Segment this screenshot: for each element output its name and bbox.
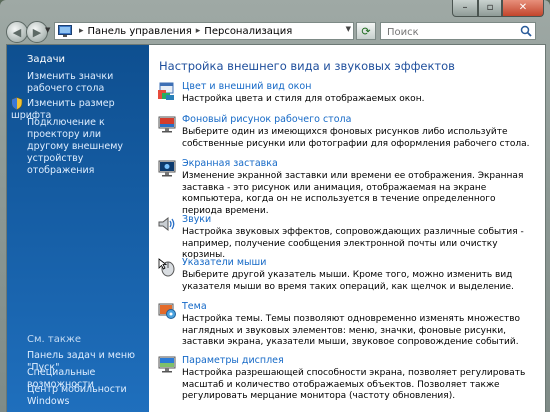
breadcrumb-personalization[interactable]: Персонализация (204, 26, 292, 37)
task-pane: Задачи Изменить значки рабочего стола Из… (7, 45, 149, 412)
desktop-background-link[interactable]: Фоновый рисунок рабочего стола (182, 114, 351, 125)
personalization-window: – ▫ ✕ ◀ ▶ ▼ ▸ Панель управления ▸ Персон… (0, 0, 550, 412)
address-row: ◀ ▶ ▼ ▸ Панель управления ▸ Персонализац… (0, 20, 550, 44)
window-color-desc: Настройка цвета и стиля для отображаемых… (182, 94, 425, 104)
uac-shield-icon (11, 97, 23, 110)
address-bar[interactable]: ▸ Панель управления ▸ Персонализация ▼ (54, 22, 354, 40)
sounds-icon (158, 216, 175, 232)
mouse-pointers-desc: Выберите другой указатель мыши. Кроме то… (182, 270, 514, 292)
recent-pages-dropdown[interactable]: ▼ (45, 26, 50, 34)
main-panel: Настройка внешнего вида и звуковых эффек… (149, 45, 545, 412)
see-also-heading: См. также (27, 334, 82, 345)
connect-projector-link[interactable]: Подключение к проектору или другому внеш… (27, 117, 145, 177)
theme-icon (158, 303, 176, 319)
page-title: Настройка внешнего вида и звуковых эффек… (159, 59, 455, 73)
mouse-pointers-link[interactable]: Указатели мыши (182, 257, 266, 268)
sounds-link[interactable]: Звуки (182, 214, 211, 225)
display-settings-link[interactable]: Параметры дисплея (182, 355, 284, 366)
screensaver-desc: Изменение экранной заставки или времени … (182, 171, 524, 216)
desktop-background-icon (158, 116, 176, 133)
desktop-background-desc: Выберите один из имеющихся фоновых рисун… (182, 127, 530, 149)
search-box[interactable] (380, 22, 536, 40)
screensaver-icon (158, 160, 176, 177)
display-settings-icon (158, 356, 176, 373)
content-area: Задачи Изменить значки рабочего стола Из… (6, 44, 546, 412)
change-desktop-icons-link[interactable]: Изменить значки рабочего стола (27, 71, 145, 95)
tasks-heading: Задачи (27, 54, 65, 65)
forward-arrow-icon: ▶ (32, 25, 42, 39)
theme-link[interactable]: Тема (182, 301, 207, 312)
mouse-pointer-icon (158, 258, 175, 277)
minimize-button[interactable]: – (452, 0, 478, 17)
mobility-center-link[interactable]: Центр мобильности Windows (27, 384, 145, 408)
breadcrumb-control-panel[interactable]: Панель управления (88, 26, 192, 37)
display-settings-desc: Настройка разрешающей способности экрана… (182, 368, 526, 402)
search-icon[interactable] (520, 25, 532, 37)
breadcrumb-separator-icon: ▸ (79, 26, 84, 36)
window-controls: – ▫ ✕ (452, 0, 544, 18)
refresh-icon: ⟳ (361, 24, 371, 38)
window-color-icon (158, 82, 174, 100)
address-dropdown-icon[interactable]: ▼ (346, 25, 351, 33)
back-arrow-icon: ◀ (12, 25, 22, 39)
back-button[interactable]: ◀ (6, 21, 28, 43)
search-input[interactable] (385, 24, 519, 40)
maximize-button[interactable]: ▫ (478, 0, 502, 17)
refresh-button[interactable]: ⟳ (356, 22, 376, 40)
control-panel-icon (58, 25, 72, 37)
theme-desc: Настройка темы. Темы позволяют одновреме… (182, 314, 521, 348)
window-color-link[interactable]: Цвет и внешний вид окон (182, 81, 311, 92)
screensaver-link[interactable]: Экранная заставка (182, 158, 278, 169)
close-button[interactable]: ✕ (502, 0, 544, 17)
breadcrumb-separator-icon: ▸ (195, 26, 201, 36)
